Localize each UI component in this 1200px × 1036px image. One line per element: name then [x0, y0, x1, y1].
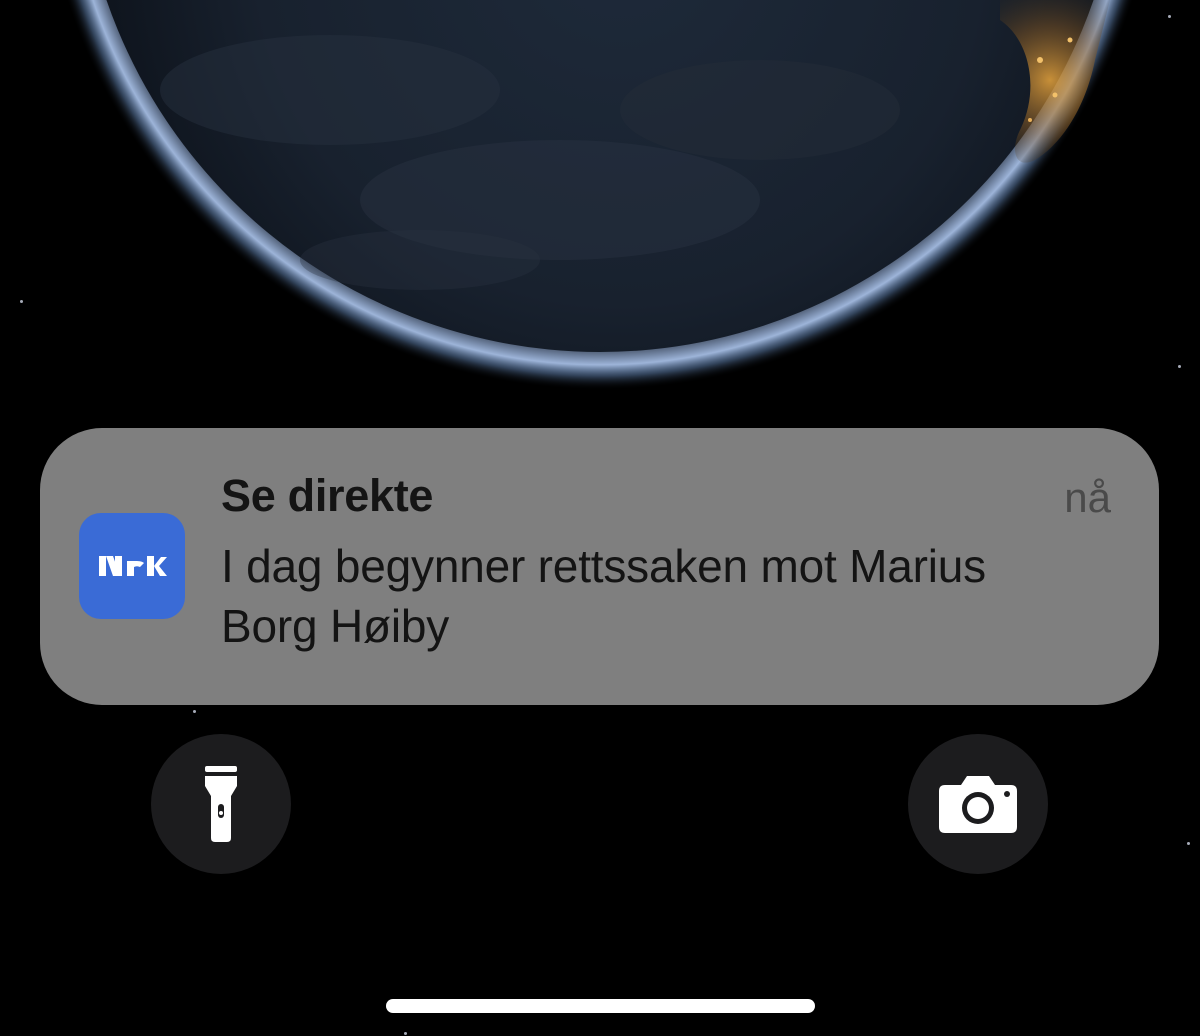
- star: [404, 1032, 407, 1035]
- flashlight-button[interactable]: [151, 734, 291, 874]
- notification-banner[interactable]: Se direkte nå I dag begynner rettssaken …: [40, 428, 1159, 705]
- star: [20, 300, 23, 303]
- star: [1168, 15, 1171, 18]
- star: [1187, 842, 1190, 845]
- camera-icon: [939, 776, 1017, 833]
- notification-body: I dag begynner rettssaken mot Marius Bor…: [221, 540, 986, 652]
- earth-wallpaper: [0, 0, 1200, 420]
- nrk-logo-icon: [79, 513, 185, 619]
- flashlight-icon: [205, 766, 237, 842]
- camera-button[interactable]: [908, 734, 1048, 874]
- home-indicator[interactable]: [386, 999, 815, 1013]
- notification-title: Se direkte: [221, 470, 434, 521]
- star: [193, 710, 196, 713]
- notification-time: nå: [1064, 474, 1111, 521]
- lock-screen: Se direkte nå I dag begynner rettssaken …: [0, 0, 1200, 1036]
- star: [1178, 365, 1181, 368]
